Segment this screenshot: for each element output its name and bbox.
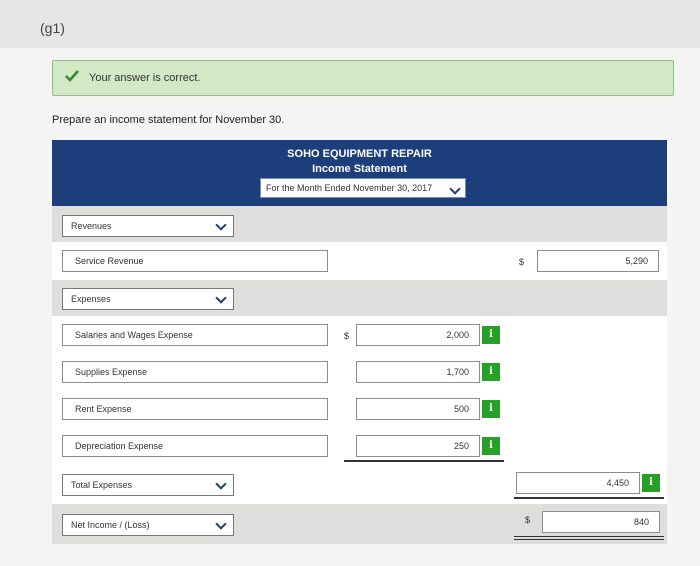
service-revenue-label: Service Revenue <box>75 256 144 266</box>
net-income-currency: $ <box>525 515 531 525</box>
expense-item-2-label: Rent Expense <box>75 404 132 414</box>
expenses-underline <box>344 460 504 462</box>
check-icon <box>65 70 79 82</box>
statement-title: Income Statement <box>312 163 407 175</box>
net-income-double-line-2 <box>514 539 664 540</box>
chevron-down-icon <box>215 518 227 530</box>
chevron-down-icon <box>215 478 227 490</box>
expense-item-3-label: Depreciation Expense <box>75 441 164 451</box>
expense-item-2-field[interactable]: Rent Expense <box>62 398 328 420</box>
total-expenses-amount[interactable]: 4,450 <box>516 472 640 494</box>
expense-item-0-amount[interactable]: 2,000 <box>356 324 480 346</box>
feedback-message: Your answer is correct. <box>89 72 201 84</box>
expense-item-1-label: Supplies Expense <box>75 367 148 377</box>
net-income-amount-value: 840 <box>633 517 649 527</box>
chevron-down-icon <box>449 183 461 195</box>
revenues-section-select[interactable]: Revenues <box>62 215 234 237</box>
page: (g1) Your answer is correct. Prepare an … <box>0 0 700 566</box>
expense-item-2-amount[interactable]: 500 <box>356 398 480 420</box>
service-revenue-field[interactable]: Service Revenue <box>62 250 328 272</box>
instruction-text: Prepare an income statement for November… <box>52 114 285 126</box>
net-income-amount[interactable]: 840 <box>542 511 660 533</box>
expenses-section-label: Expenses <box>71 294 111 304</box>
period-value: For the Month Ended November 30, 2017 <box>266 183 433 193</box>
chevron-down-icon <box>215 292 227 304</box>
expense-item-1-amount[interactable]: 1,700 <box>356 361 480 383</box>
company-name: SOHO EQUIPMENT REPAIR <box>287 148 432 160</box>
net-income-select[interactable]: Net Income / (Loss) <box>62 514 234 536</box>
info-icon[interactable]: i <box>482 437 500 455</box>
expense-item-3-amount-value: 250 <box>453 441 469 451</box>
feedback-banner: Your answer is correct. <box>52 60 674 96</box>
net-income-double-line-1 <box>514 536 664 537</box>
expense-item-0-amount-value: 2,000 <box>446 330 469 340</box>
net-income-label: Net Income / (Loss) <box>71 520 150 530</box>
total-expenses-label: Total Expenses <box>71 480 133 490</box>
top-band <box>0 0 700 48</box>
total-expenses-amount-value: 4,450 <box>606 478 629 488</box>
expense-item-3-amount[interactable]: 250 <box>356 435 480 457</box>
expense-item-1-amount-value: 1,700 <box>446 367 469 377</box>
info-icon[interactable]: i <box>482 400 500 418</box>
expense-item-2-amount-value: 500 <box>453 404 469 414</box>
revenues-section-label: Revenues <box>71 221 112 231</box>
service-revenue-amount-value: 5,290 <box>625 256 648 266</box>
expense-item-0-currency: $ <box>344 331 350 341</box>
expense-item-0-field[interactable]: Salaries and Wages Expense <box>62 324 328 346</box>
service-revenue-amount[interactable]: 5,290 <box>537 250 659 272</box>
period-select[interactable]: For the Month Ended November 30, 2017 <box>260 178 466 198</box>
expense-item-1-field[interactable]: Supplies Expense <box>62 361 328 383</box>
income-statement-table: SOHO EQUIPMENT REPAIR Income Statement F… <box>52 140 667 544</box>
total-expenses-underline <box>514 497 664 499</box>
expense-item-0-label: Salaries and Wages Expense <box>75 330 193 340</box>
info-icon[interactable]: i <box>482 326 500 344</box>
info-icon[interactable]: i <box>482 363 500 381</box>
info-icon[interactable]: i <box>642 474 660 492</box>
statement-header: SOHO EQUIPMENT REPAIR Income Statement F… <box>52 140 667 206</box>
total-expenses-select[interactable]: Total Expenses <box>62 474 234 496</box>
chevron-down-icon <box>215 219 227 231</box>
part-label: (g1) <box>40 20 65 36</box>
revenue-currency: $ <box>519 257 525 267</box>
expenses-section-select[interactable]: Expenses <box>62 288 234 310</box>
expense-item-3-field[interactable]: Depreciation Expense <box>62 435 328 457</box>
